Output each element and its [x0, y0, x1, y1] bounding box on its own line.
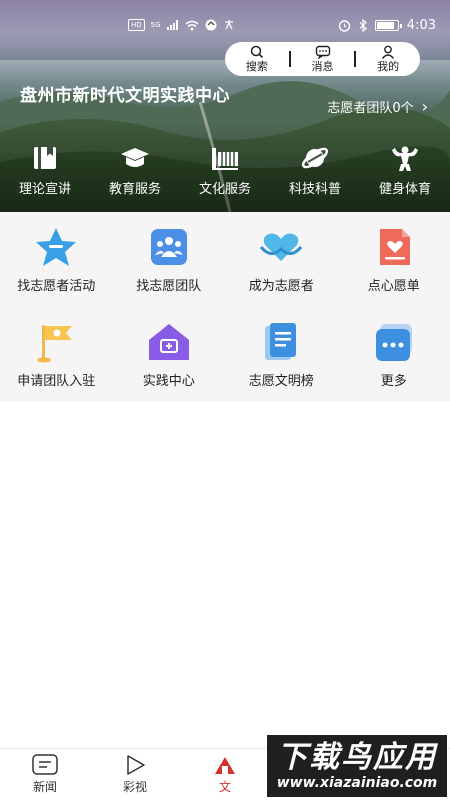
wifi-icon	[185, 20, 199, 30]
message-button[interactable]: 消息	[291, 45, 355, 73]
search-button[interactable]: 搜索	[225, 45, 289, 73]
service-find-activity[interactable]: 找志愿者活动	[0, 212, 113, 307]
category-label: 文化服务	[198, 182, 251, 197]
service-label: 更多	[380, 374, 407, 389]
category-science[interactable]: 科技科普	[270, 144, 360, 200]
search-icon	[250, 45, 263, 59]
network-badge: 5G	[150, 21, 161, 29]
status-time: 4:03	[406, 17, 436, 33]
service-label: 志愿文明榜	[248, 374, 314, 389]
graduation-cap-icon	[121, 148, 149, 167]
profile-button[interactable]: 我的	[356, 45, 420, 73]
battery-level	[376, 21, 394, 29]
service-label: 找志愿团队	[136, 279, 202, 294]
service-become-volunteer[interactable]: 成为志愿者	[225, 212, 338, 307]
volunteer-team-link[interactable]: 志愿者团队0个 ›	[327, 97, 428, 116]
service-label: 成为志愿者	[248, 279, 314, 294]
service-wish-list[interactable]: 点心愿单	[338, 212, 450, 307]
service-label: 申请团队入驻	[17, 374, 96, 389]
bluetooth-icon	[359, 18, 367, 32]
star-badge-icon	[36, 228, 77, 266]
play-icon	[127, 755, 145, 775]
alarm-icon	[338, 19, 350, 32]
service-grid: 找志愿者活动 找志愿团队 成为志愿者 点心愿单 申请团队入驻 实践中心 志愿文明…	[0, 212, 450, 402]
header-actions: 搜索 消息 我的	[225, 42, 420, 76]
bodybuilder-icon	[392, 146, 418, 171]
team-icon	[150, 229, 187, 265]
message-label: 消息	[311, 60, 334, 73]
search-label: 搜索	[245, 60, 268, 73]
category-label: 健身体育	[378, 182, 431, 197]
watermark-url: www.xiazainiao.com	[276, 775, 438, 791]
service-civilization-board[interactable]: 志愿文明榜	[225, 307, 338, 402]
app-screen: HD 5G 4:03 搜索 消息 我的 盘州市新时代文明实践中心 志愿者团队0个…	[0, 0, 450, 800]
heart-hands-icon	[260, 233, 303, 261]
category-theory[interactable]: 理论宣讲	[0, 144, 90, 200]
status-bar: HD 5G 4:03	[128, 14, 436, 36]
chevron-right-icon: ›	[421, 97, 428, 116]
volunteer-team-label: 志愿者团队0个	[327, 101, 414, 116]
category-label: 理论宣讲	[18, 182, 71, 197]
service-label: 找志愿者活动	[17, 279, 96, 294]
house-icon	[148, 324, 189, 360]
category-label: 教育服务	[108, 182, 161, 197]
service-apply-team[interactable]: 申请团队入驻	[0, 307, 113, 402]
nav-label: 新闻	[32, 780, 57, 794]
culture-icon	[212, 148, 238, 170]
watermark: 下载鸟应用 www.xiazainiao.com	[267, 735, 447, 797]
user-icon	[382, 45, 395, 59]
service-practice-center[interactable]: 实践中心	[113, 307, 226, 402]
book-icon	[34, 147, 56, 169]
nfc-icon	[205, 19, 217, 31]
nav-civilization[interactable]: 文	[180, 749, 270, 800]
planet-icon	[301, 147, 329, 169]
profile-label: 我的	[377, 60, 400, 73]
page-title: 盘州市新时代文明实践中心	[20, 86, 230, 106]
watermark-title: 下载鸟应用	[277, 740, 437, 775]
status-left: HD 5G	[128, 19, 235, 31]
civilization-icon	[215, 757, 235, 774]
wish-list-icon	[379, 229, 410, 265]
category-culture[interactable]: 文化服务	[180, 144, 270, 200]
message-icon	[315, 45, 330, 59]
more-icon	[375, 324, 412, 361]
nav-video[interactable]: 彩视	[90, 749, 180, 800]
nav-label: 文	[218, 780, 231, 794]
nav-label: 彩视	[122, 780, 147, 794]
category-education[interactable]: 教育服务	[90, 144, 180, 200]
translate-icon	[224, 20, 233, 30]
category-fitness[interactable]: 健身体育	[360, 144, 450, 200]
document-icon	[265, 323, 297, 360]
nav-news[interactable]: 新闻	[0, 749, 90, 800]
flag-icon	[37, 325, 73, 363]
news-icon	[32, 754, 58, 775]
status-right: 4:03	[338, 18, 436, 33]
service-label: 点心愿单	[367, 279, 420, 294]
service-more[interactable]: 更多	[338, 307, 450, 402]
signal-icon	[166, 20, 178, 30]
service-find-team[interactable]: 找志愿团队	[113, 212, 226, 307]
category-label: 科技科普	[288, 182, 341, 197]
hd-badge: HD	[128, 19, 145, 31]
battery-icon	[374, 19, 402, 31]
category-row: 理论宣讲 教育服务 文化服务 科技科普 健身体育	[0, 144, 450, 200]
service-label: 实践中心	[142, 374, 195, 389]
